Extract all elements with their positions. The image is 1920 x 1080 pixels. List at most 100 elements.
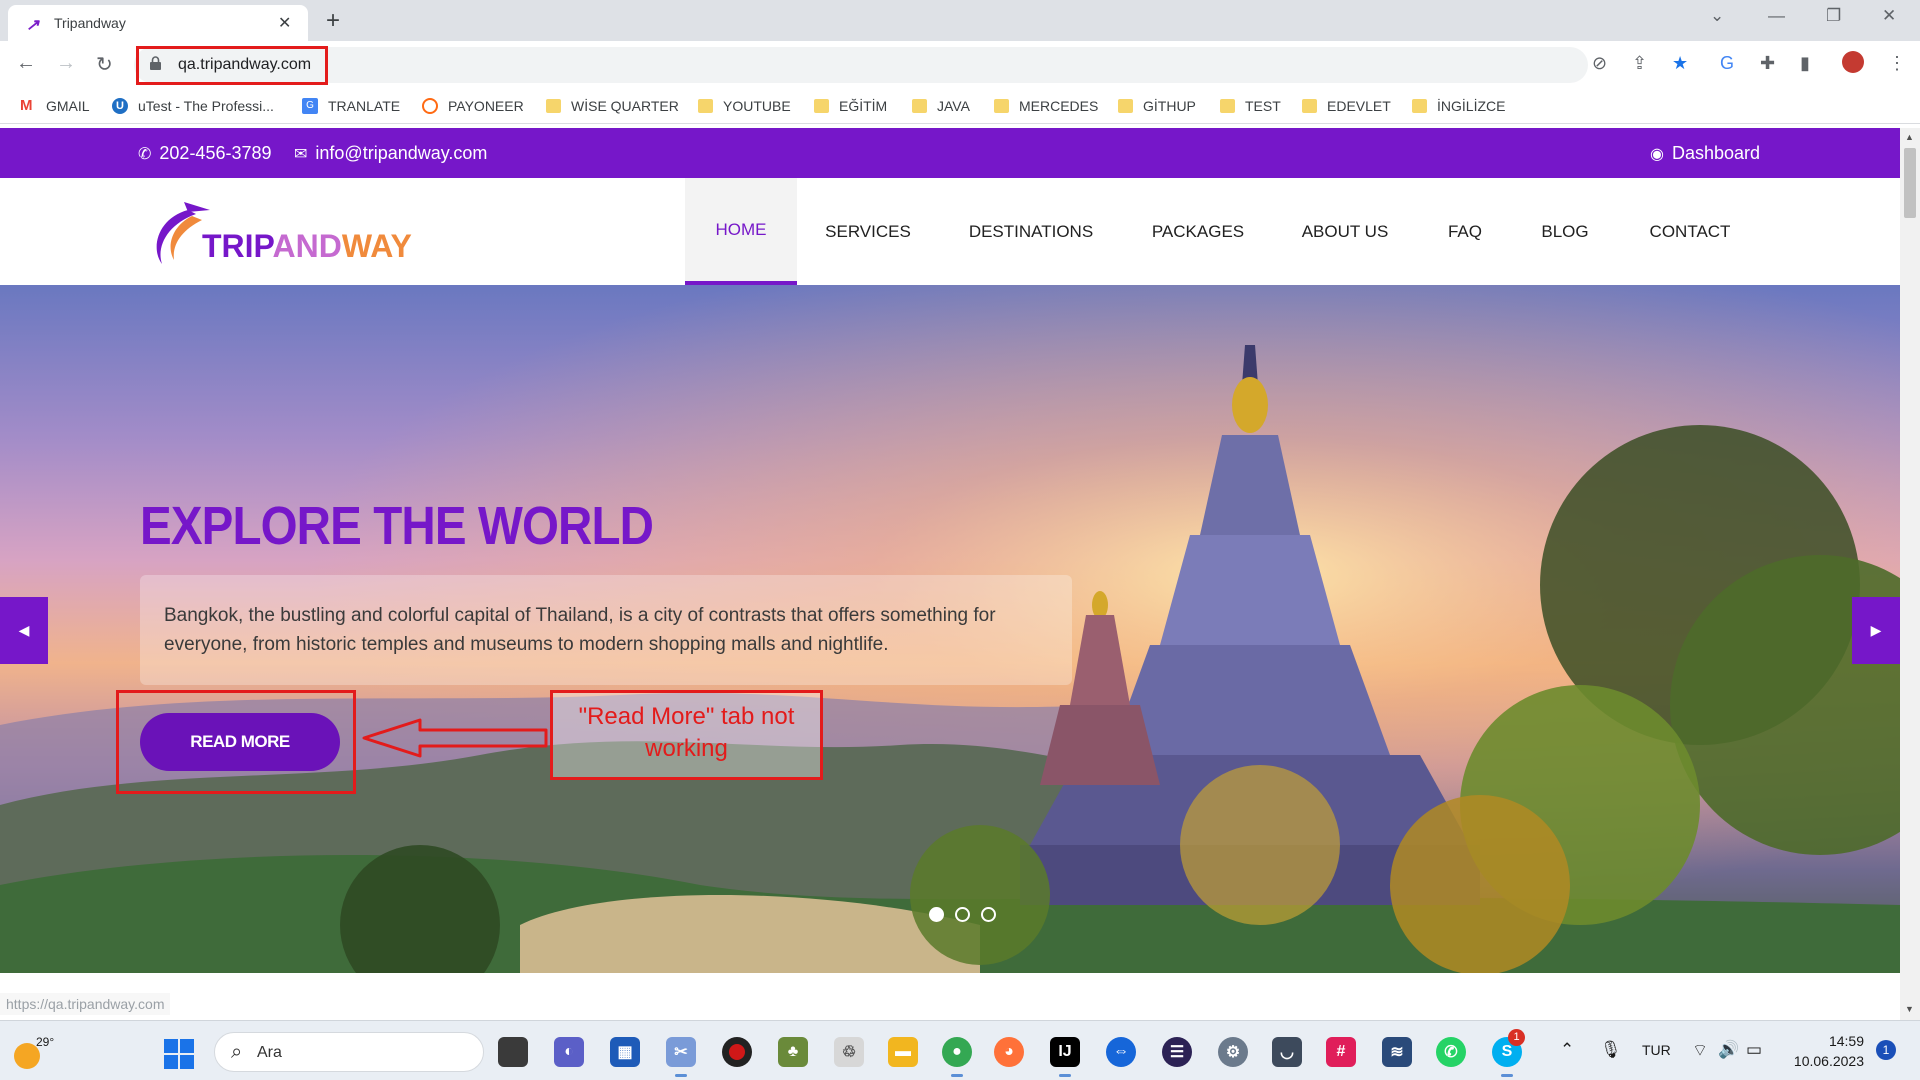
- hero-title: EXPLORE THE WORLD: [140, 496, 654, 556]
- slider-next-button[interactable]: ▶: [1852, 597, 1900, 664]
- close-window-icon[interactable]: ✕: [1882, 6, 1896, 26]
- bookmark-star-icon[interactable]: ★: [1672, 53, 1688, 74]
- start-button[interactable]: [164, 1039, 194, 1069]
- temperature: 29°: [36, 1035, 55, 1049]
- page-scrollbar[interactable]: ▲ ▼: [1900, 128, 1920, 1020]
- scrollbar-thumb[interactable]: [1904, 148, 1916, 218]
- recycle-bin-icon[interactable]: ♲: [834, 1037, 864, 1067]
- microphone-icon[interactable]: 🎙: [1600, 1040, 1622, 1060]
- teamviewer-icon[interactable]: ⇔: [1106, 1037, 1136, 1067]
- address-bar[interactable]: qa.tripandway.com: [134, 47, 1588, 83]
- bookmark-folder[interactable]: İNGİLİZCE: [1412, 96, 1505, 116]
- slider-dot[interactable]: [981, 907, 996, 922]
- tripandway-logo[interactable]: TRIPANDWAY: [148, 198, 412, 270]
- language-indicator[interactable]: TUR: [1642, 1042, 1671, 1058]
- store-icon[interactable]: ▦: [610, 1037, 640, 1067]
- logo-wordmark: TRIPANDWAY: [202, 228, 412, 265]
- bookmark-folder[interactable]: EĞİTİM: [814, 96, 887, 116]
- read-more-annotation-box: [116, 690, 356, 794]
- wifi-icon[interactable]: ⌔: [1692, 1040, 1708, 1061]
- bookmark-label: uTest - The Professi...: [138, 98, 274, 114]
- new-tab-icon[interactable]: +: [326, 7, 340, 35]
- eye-off-icon[interactable]: ⊘: [1592, 53, 1607, 74]
- payoneer-icon: [422, 98, 438, 114]
- scroll-up-icon[interactable]: ▲: [1905, 132, 1914, 142]
- taskbar-search[interactable]: ⌕ Ara: [214, 1032, 484, 1072]
- browser-tab[interactable]: ↗ Tripandway ✕: [8, 5, 308, 41]
- clock-time: 14:59: [1828, 1033, 1864, 1049]
- bookmark-label: YOUTUBE: [723, 98, 791, 114]
- nav-destinations[interactable]: DESTINATIONS: [960, 178, 1102, 285]
- nav-contact[interactable]: CONTACT: [1640, 178, 1740, 285]
- hero-description-text: Bangkok, the bustling and colorful capit…: [164, 605, 996, 655]
- whatsapp-icon[interactable]: ✆: [1436, 1037, 1466, 1067]
- minimize-icon[interactable]: —: [1768, 6, 1785, 26]
- firefox-icon[interactable]: ◕: [994, 1037, 1024, 1067]
- intellij-icon[interactable]: IJ: [1050, 1037, 1080, 1077]
- bookmark-folder[interactable]: WİSE QUARTER: [546, 96, 679, 116]
- side-panel-icon[interactable]: ▮: [1800, 53, 1810, 74]
- skype-badge: 1: [1508, 1029, 1525, 1046]
- extensions-puzzle-icon[interactable]: ✚: [1760, 53, 1775, 74]
- bookmark-label: MERCEDES: [1019, 98, 1099, 114]
- weather-widget[interactable]: 29°: [14, 1035, 54, 1069]
- nav-home[interactable]: HOME: [685, 178, 797, 285]
- tray-chevron-up-icon[interactable]: ⌃: [1560, 1040, 1574, 1060]
- folder-icon: [814, 99, 829, 113]
- menu-kebab-icon[interactable]: ⋮: [1888, 53, 1906, 74]
- nav-services[interactable]: SERVICES: [812, 178, 924, 285]
- slider-dot[interactable]: [929, 907, 944, 922]
- nav-packages[interactable]: PACKAGES: [1140, 178, 1256, 285]
- slider-dot[interactable]: [955, 907, 970, 922]
- bookmark-item[interactable]: M GMAIL: [20, 96, 90, 116]
- file-explorer-icon[interactable]: ▬: [888, 1037, 918, 1067]
- bookmark-label: EDEVLET: [1327, 98, 1391, 114]
- back-icon[interactable]: ←: [16, 52, 36, 75]
- caret-left-icon: ◀: [18, 622, 30, 638]
- recorder-icon[interactable]: [722, 1037, 752, 1067]
- reload-icon[interactable]: ↻: [96, 52, 113, 77]
- game-icon[interactable]: ♣: [778, 1037, 808, 1067]
- bookmark-item[interactable]: G TRANLATE: [302, 96, 400, 116]
- task-view-icon[interactable]: [498, 1037, 528, 1067]
- battery-icon[interactable]: ▭: [1746, 1040, 1762, 1060]
- volume-icon[interactable]: 🔊: [1718, 1040, 1739, 1060]
- notification-badge[interactable]: 1: [1876, 1040, 1896, 1060]
- bookmark-folder[interactable]: JAVA: [912, 96, 970, 116]
- bookmark-folder[interactable]: EDEVLET: [1302, 96, 1391, 116]
- share-icon[interactable]: ⇪: [1632, 53, 1647, 74]
- snipping-tool-icon[interactable]: ✂: [666, 1037, 696, 1077]
- email-contact[interactable]: ✉ info@tripandway.com: [294, 143, 487, 164]
- phone-contact[interactable]: ✆ 202-456-3789: [138, 143, 272, 164]
- teams-chat-icon[interactable]: ◐: [554, 1037, 584, 1067]
- nav-blog[interactable]: BLOG: [1532, 178, 1598, 285]
- scroll-down-icon[interactable]: ▼: [1905, 1004, 1914, 1014]
- chrome-icon[interactable]: ●: [942, 1037, 972, 1077]
- eclipse-icon[interactable]: ☰: [1162, 1037, 1192, 1067]
- nav-faq[interactable]: FAQ: [1440, 178, 1490, 285]
- folder-icon: [1302, 99, 1317, 113]
- bookmark-folder[interactable]: MERCEDES: [994, 96, 1098, 116]
- translate-extension-icon[interactable]: G: [1720, 53, 1734, 74]
- close-tab-icon[interactable]: ✕: [278, 13, 291, 33]
- dashboard-link[interactable]: ◉ Dashboard: [1650, 143, 1760, 164]
- bookmark-folder[interactable]: TEST: [1220, 96, 1281, 116]
- clock-date: 10.06.2023: [1793, 1053, 1864, 1069]
- slack-icon[interactable]: #: [1326, 1037, 1356, 1067]
- bookmark-item[interactable]: U uTest - The Professi...: [112, 96, 274, 116]
- profile-avatar[interactable]: [1842, 51, 1864, 73]
- bookmark-folder[interactable]: GİTHUP: [1118, 96, 1196, 116]
- hero-slider: EXPLORE THE WORLD Bangkok, the bustling …: [0, 285, 1900, 973]
- pocket-icon[interactable]: ◡: [1272, 1037, 1302, 1067]
- nav-about-us[interactable]: ABOUT US: [1294, 178, 1396, 285]
- tab-search-icon[interactable]: ⌄: [1710, 6, 1724, 26]
- slider-prev-button[interactable]: ◀: [0, 597, 48, 664]
- dashboard-gauge-icon: ◉: [1650, 145, 1664, 163]
- bookmark-folder[interactable]: YOUTUBE: [698, 96, 791, 116]
- system-clock[interactable]: 14:59 10.06.2023: [1784, 1031, 1864, 1071]
- mysql-workbench-icon[interactable]: ≋: [1382, 1037, 1412, 1067]
- bookmark-item[interactable]: PAYONEER: [422, 96, 524, 116]
- settings-gear-icon[interactable]: ⚙: [1218, 1037, 1248, 1067]
- restore-icon[interactable]: ❐: [1826, 6, 1841, 26]
- forward-icon[interactable]: →: [56, 52, 76, 75]
